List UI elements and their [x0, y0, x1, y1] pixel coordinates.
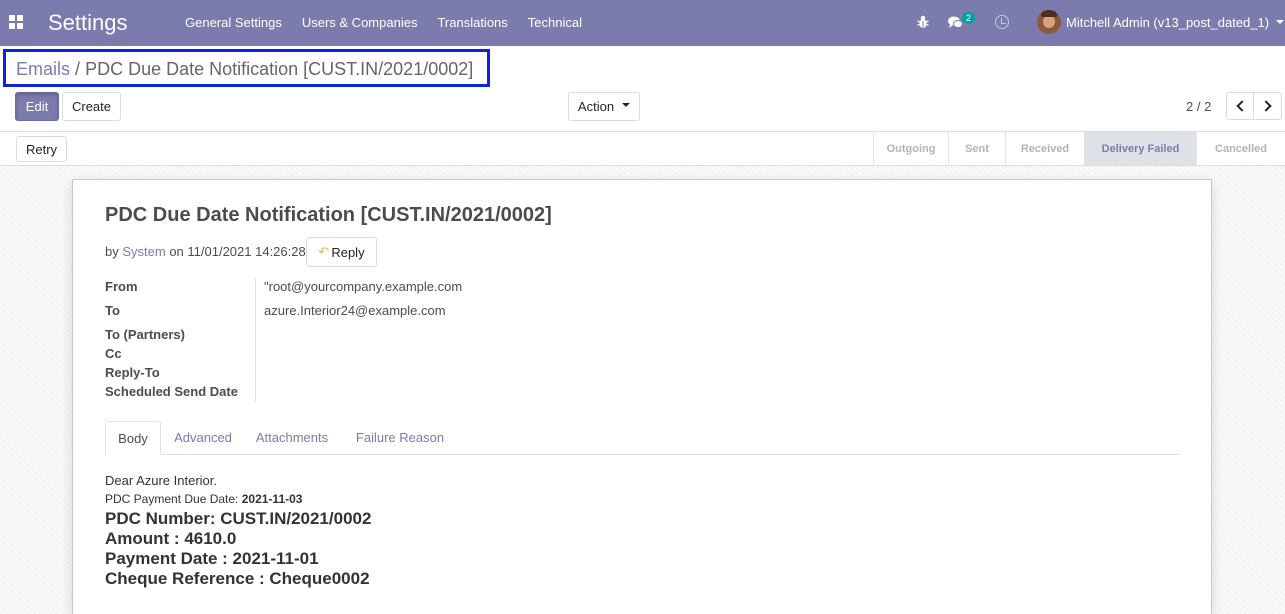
from-value: "root@yourcompany.example.com: [264, 279, 463, 294]
body-payment-date: Payment Date : 2021-11-01: [105, 549, 319, 568]
reply-button[interactable]: ↶ Reply: [306, 237, 377, 267]
breadcrumb-separator: /: [75, 59, 81, 79]
to-value: azure.Interior24@example.com: [264, 303, 446, 318]
chat-icon[interactable]: [948, 16, 963, 29]
mail-subject: PDC Due Date Notification [CUST.IN/2021/…: [105, 204, 552, 226]
chevron-left-icon: [1235, 100, 1248, 112]
body-cheque-reference: Cheque Reference : Cheque0002: [105, 569, 370, 588]
user-avatar[interactable]: [1037, 10, 1061, 34]
tab-failure-reason[interactable]: Failure Reason: [345, 421, 455, 454]
to-partners-label: To (Partners): [105, 327, 185, 342]
clock-icon[interactable]: [995, 15, 1009, 29]
chevron-down-icon[interactable]: [1276, 20, 1284, 24]
create-button[interactable]: Create: [62, 92, 121, 121]
breadcrumb: Emails / PDC Due Date Notification [CUST…: [16, 59, 473, 80]
statusbar: Retry Outgoing Sent Received Delivery Fa…: [0, 131, 1285, 166]
stage-delivery-failed: Delivery Failed: [1085, 132, 1197, 165]
pager-previous-button[interactable]: [1226, 92, 1254, 120]
action-dropdown[interactable]: Action: [568, 92, 640, 121]
tab-attachments[interactable]: Attachments: [247, 421, 337, 454]
status-stages: Outgoing Sent Received Delivery Failed C…: [873, 132, 1285, 165]
reply-icon: ↶: [318, 244, 330, 259]
form-tabs: Body Advanced Attachments Failure Reason: [105, 421, 1180, 455]
chat-count-badge: 2: [962, 12, 976, 24]
bug-icon[interactable]: [917, 15, 929, 29]
stage-sent: Sent: [949, 132, 1006, 165]
body-amount: Amount : 4610.0: [105, 529, 237, 548]
from-label: From: [105, 279, 138, 294]
tab-advanced[interactable]: Advanced: [165, 421, 241, 454]
menu-item-general-settings[interactable]: General Settings: [185, 15, 282, 30]
breadcrumb-emails-link[interactable]: Emails: [16, 59, 70, 79]
pager-next-button[interactable]: [1254, 92, 1282, 120]
retry-button[interactable]: Retry: [16, 136, 67, 162]
app-title[interactable]: Settings: [48, 10, 128, 36]
mail-form-sheet: PDC Due Date Notification [CUST.IN/2021/…: [72, 179, 1212, 614]
scheduled-send-date-label: Scheduled Send Date: [105, 384, 238, 399]
chevron-down-icon: [622, 103, 631, 107]
menu-item-translations[interactable]: Translations: [437, 15, 507, 30]
chevron-right-icon: [1260, 100, 1272, 112]
stage-outgoing: Outgoing: [874, 132, 949, 165]
breadcrumb-current: PDC Due Date Notification [CUST.IN/2021/…: [85, 59, 474, 79]
menu-item-technical[interactable]: Technical: [528, 15, 582, 30]
due-date-value: 2021-11-03: [241, 492, 303, 506]
mail-author-link[interactable]: System: [122, 244, 165, 259]
mail-date: on 11/01/2021 14:26:28: [169, 244, 306, 259]
reply-label: Reply: [331, 244, 365, 260]
stage-cancelled: Cancelled: [1215, 142, 1267, 155]
top-navbar: Settings General Settings Users & Compan…: [0, 0, 1285, 46]
body-greeting: Dear Azure Interior.: [105, 473, 217, 488]
cc-label: Cc: [105, 346, 122, 361]
reply-to-label: Reply-To: [105, 365, 160, 380]
apps-menu-icon[interactable]: [9, 15, 23, 29]
by-prefix: by: [105, 244, 119, 259]
mail-meta: by System on 11/01/2021 14:26:28: [105, 244, 306, 259]
user-name[interactable]: Mitchell Admin (v13_post_dated_1): [1066, 15, 1269, 30]
main-menu: General Settings Users & Companies Trans…: [185, 15, 602, 30]
fields-divider: [255, 278, 256, 402]
stage-received: Received: [1006, 132, 1085, 165]
tab-body[interactable]: Body: [105, 421, 161, 455]
to-label: To: [105, 303, 120, 318]
pager-value[interactable]: 2 / 2: [1186, 99, 1211, 114]
body-due-date: PDC Payment Due Date: 2021-11-03: [105, 492, 302, 506]
edit-button[interactable]: Edit: [15, 92, 59, 121]
menu-item-users-companies[interactable]: Users & Companies: [302, 15, 418, 30]
action-label: Action: [577, 99, 615, 114]
body-pdc-number: PDC Number: CUST.IN/2021/0002: [105, 509, 372, 528]
due-date-label: PDC Payment Due Date:: [105, 492, 239, 506]
